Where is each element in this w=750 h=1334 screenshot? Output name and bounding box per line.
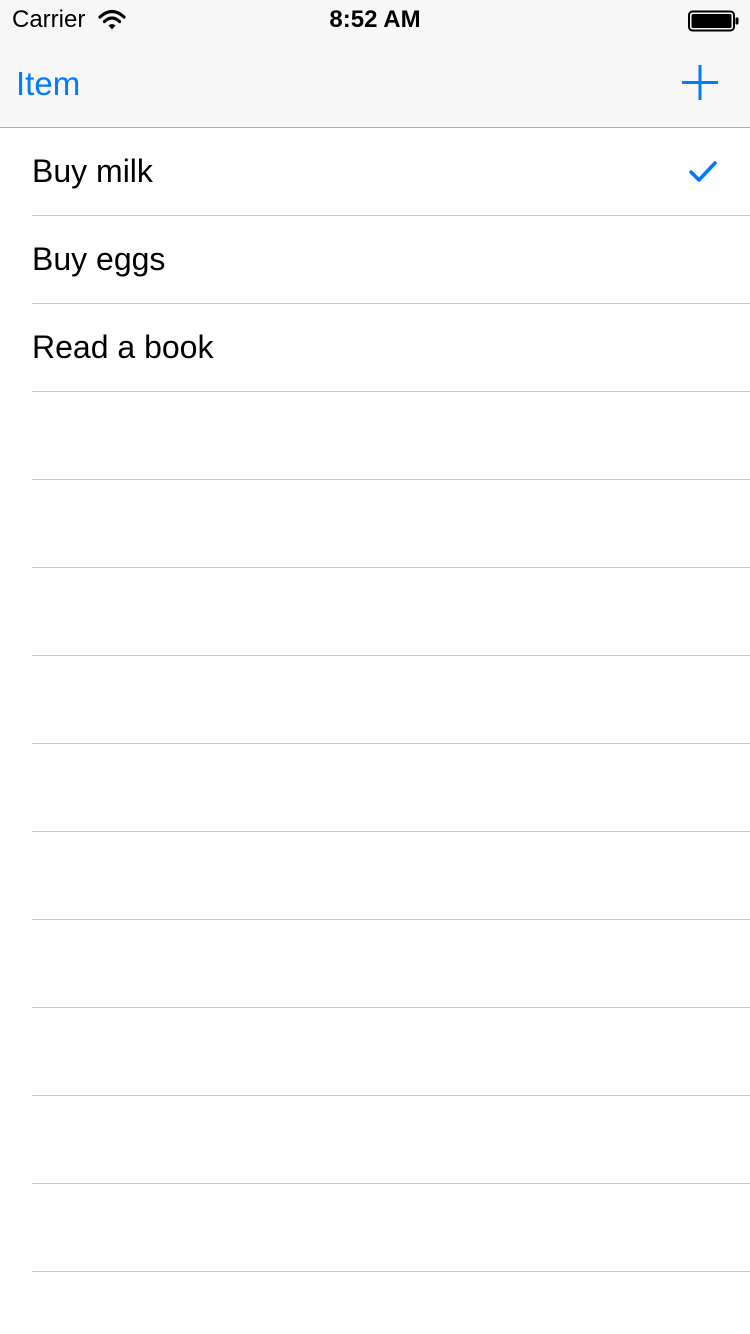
- empty-row: [0, 656, 750, 744]
- item-list: Buy milk Buy eggs Read a book: [0, 128, 750, 1272]
- navigation-bar: Item: [0, 40, 750, 128]
- top-bars: Carrier 8:52 AM Item: [0, 0, 750, 128]
- list-item[interactable]: Buy milk: [0, 128, 750, 216]
- empty-row: [0, 568, 750, 656]
- list-item[interactable]: Read a book: [0, 304, 750, 392]
- empty-row: [0, 744, 750, 832]
- row-separator: [32, 1271, 750, 1272]
- list-item-label: Buy milk: [32, 153, 153, 189]
- plus-icon: [682, 65, 718, 100]
- empty-row: [0, 392, 750, 480]
- status-bar: Carrier 8:52 AM: [0, 0, 750, 40]
- battery-full-icon: [688, 10, 739, 32]
- empty-row: [0, 920, 750, 1008]
- list-item[interactable]: Buy eggs: [0, 216, 750, 304]
- empty-row: [0, 1096, 750, 1184]
- nav-item-button[interactable]: Item: [16, 64, 80, 104]
- empty-row: [0, 480, 750, 568]
- empty-row: [0, 832, 750, 920]
- list-item-label: Buy eggs: [32, 241, 166, 277]
- status-time: 8:52 AM: [329, 6, 421, 33]
- screen: Carrier 8:52 AM Item Buy milk Buy eggs R…: [0, 0, 750, 1334]
- add-item-button[interactable]: [670, 56, 730, 116]
- empty-row: [0, 1008, 750, 1096]
- empty-row: [0, 1184, 750, 1272]
- list-item-label: Read a book: [32, 329, 214, 365]
- checkmark-icon: [689, 161, 717, 182]
